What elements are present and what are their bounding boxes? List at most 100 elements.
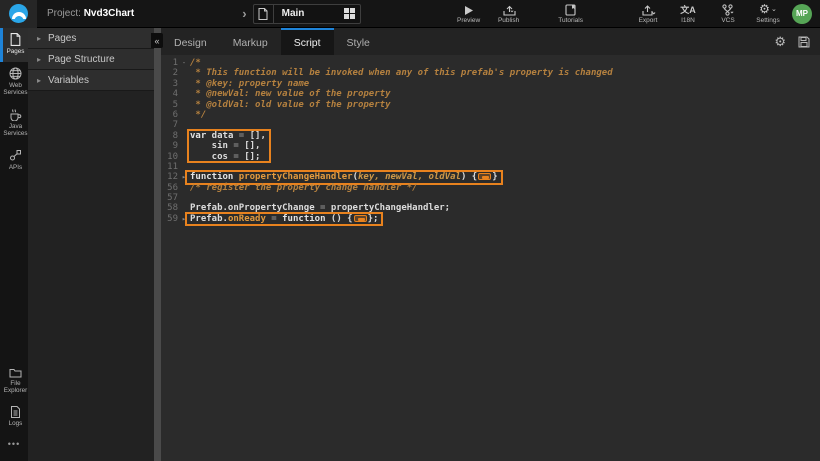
code-editor[interactable]: 1-/*2 * This function will be invoked wh… <box>161 55 820 461</box>
fold-marker-empty <box>178 68 190 78</box>
code-segment-plain: } <box>492 172 497 182</box>
folded-code-widget[interactable] <box>478 173 491 180</box>
tab-markup[interactable]: Markup <box>220 28 281 55</box>
folded-code-widget[interactable] <box>354 215 367 222</box>
user-avatar[interactable]: MP <box>792 4 812 24</box>
code-line[interactable]: 6 */ <box>161 110 820 120</box>
tab-script[interactable]: Script <box>281 28 334 55</box>
code-line[interactable]: 11 <box>161 162 820 172</box>
publish-button[interactable]: Publish <box>496 3 522 24</box>
code-line[interactable]: 58Prefab.onPropertyChange = propertyChan… <box>161 203 820 213</box>
page-selector[interactable]: Main <box>253 4 361 24</box>
code-segment-comment: * @oldVal: old value of the property <box>190 100 390 110</box>
collapse-triangle-icon: ▸ <box>37 55 41 64</box>
code-segment-comment: */ <box>190 110 206 120</box>
chevron-right-icon[interactable]: › <box>242 6 246 21</box>
code-text: sin = [], <box>190 141 260 151</box>
highlighted-code: function propertyChangeHandler(key, newV… <box>187 172 501 182</box>
fold-marker-empty <box>178 152 190 162</box>
panel-section-label: Variables <box>48 75 89 86</box>
export-button[interactable]: Export <box>635 3 661 24</box>
script-settings-gear-icon[interactable]: ⚙ <box>774 34 786 50</box>
sidebar-item-logs[interactable]: Logs <box>0 401 28 434</box>
project-name: Nvd3Chart <box>84 8 135 19</box>
settings-button[interactable]: ⚙⌄ Settings <box>755 3 781 24</box>
i18n-translate-icon: 文A <box>680 3 696 16</box>
sidebar-item-java-services[interactable]: Java Services <box>0 103 28 144</box>
line-number: 59 <box>161 214 178 224</box>
code-text: */ <box>190 110 206 120</box>
web-services-globe-icon <box>9 67 22 80</box>
code-lines: 1-/*2 * This function will be invoked wh… <box>161 55 820 224</box>
line-number: 12 <box>161 172 178 182</box>
code-line[interactable]: 8var data = [], <box>161 131 820 141</box>
sidebar-item-label: Java Services <box>3 123 28 138</box>
fold-marker-empty <box>178 162 190 172</box>
tutorials-label: Tutorials <box>558 17 583 24</box>
wavemaker-logo-icon <box>9 4 28 23</box>
fold-marker-icon[interactable]: - <box>178 58 190 68</box>
code-line[interactable]: 12▸function propertyChangeHandler(key, n… <box>161 172 820 182</box>
code-line[interactable]: 3 * @key: property name <box>161 79 820 89</box>
code-line[interactable]: 57 <box>161 193 820 203</box>
code-text: * @key: property name <box>190 79 309 89</box>
panel-splitter[interactable] <box>154 28 161 461</box>
code-segment-plain: sin <box>190 141 233 151</box>
line-number: 2 <box>161 68 178 78</box>
tabbar-right-actions: ⚙ <box>762 28 820 55</box>
settings-gear-icon: ⚙⌄ <box>759 3 777 16</box>
tab-design[interactable]: Design <box>161 28 220 55</box>
preview-button[interactable]: Preview <box>456 3 482 24</box>
preview-label: Preview <box>457 17 480 24</box>
panel-section-variables[interactable]: ▸ Variables <box>28 70 154 91</box>
panel-collapse-button[interactable]: « <box>151 33 163 48</box>
code-line[interactable]: 2 * This function will be invoked when a… <box>161 68 820 78</box>
vcs-button[interactable]: VCS <box>715 3 741 24</box>
tutorials-button[interactable]: Tutorials <box>558 3 584 24</box>
publish-upload-icon <box>501 3 517 16</box>
code-line[interactable]: 7 <box>161 120 820 130</box>
export-label: Export <box>639 17 658 24</box>
panel-section-page-structure[interactable]: ▸ Page Structure <box>28 49 154 70</box>
sidebar-item-label: Pages <box>7 48 25 56</box>
code-text: Prefab.onPropertyChange = propertyChange… <box>190 203 450 213</box>
line-number: 1 <box>161 58 178 68</box>
code-segment-plain: data <box>206 131 239 141</box>
code-segment-func: propertyChangeHandler <box>239 172 353 182</box>
page-file-icon <box>254 5 274 23</box>
line-number: 6 <box>161 110 178 120</box>
fold-marker-empty <box>178 100 190 110</box>
code-line[interactable]: 56 /* register the property change handle… <box>161 183 820 193</box>
code-line[interactable]: 59▸Prefab.onReady = function () {}; <box>161 214 820 224</box>
i18n-button[interactable]: 文A I18N <box>675 3 701 24</box>
sidebar-more-button[interactable]: ••• <box>0 433 28 455</box>
tab-style[interactable]: Style <box>334 28 383 55</box>
i18n-label: I18N <box>681 17 695 24</box>
fold-marker-empty <box>178 110 190 120</box>
code-text: /* register the property change handler … <box>190 183 418 193</box>
code-line[interactable]: 4 * @newVal: new value of the property <box>161 89 820 99</box>
sidebar-item-web-services[interactable]: Web Services <box>0 62 28 103</box>
line-number: 56 <box>161 183 178 193</box>
apis-icon <box>9 149 22 162</box>
code-line[interactable]: 10 cos = []; <box>161 152 820 162</box>
code-text: var data = [], <box>190 131 266 141</box>
line-number: 5 <box>161 100 178 110</box>
save-icon[interactable] <box>798 36 810 48</box>
panel-section-pages[interactable]: ▸ Pages <box>28 28 154 49</box>
pages-grid-icon[interactable] <box>344 8 355 19</box>
code-line[interactable]: 1-/* <box>161 58 820 68</box>
app-logo[interactable] <box>0 0 37 28</box>
code-line[interactable]: 5 * @oldVal: old value of the property <box>161 100 820 110</box>
sidebar-item-apis[interactable]: APIs <box>0 144 28 178</box>
vcs-branch-icon <box>721 3 736 16</box>
highlighted-code: Prefab.onReady = function () {}; <box>187 214 381 224</box>
code-segment-plain: Prefab. <box>190 214 228 224</box>
code-line[interactable]: 9 sin = [], <box>161 141 820 151</box>
code-segment-keyword: function <box>282 214 325 224</box>
sidebar-item-pages[interactable]: Pages <box>0 28 28 62</box>
sidebar-item-label: Logs <box>9 420 23 428</box>
panel-section-label: Page Structure <box>48 54 115 65</box>
sidebar-item-file-explorer[interactable]: File Explorer <box>0 362 28 401</box>
file-explorer-folder-icon <box>9 367 22 378</box>
